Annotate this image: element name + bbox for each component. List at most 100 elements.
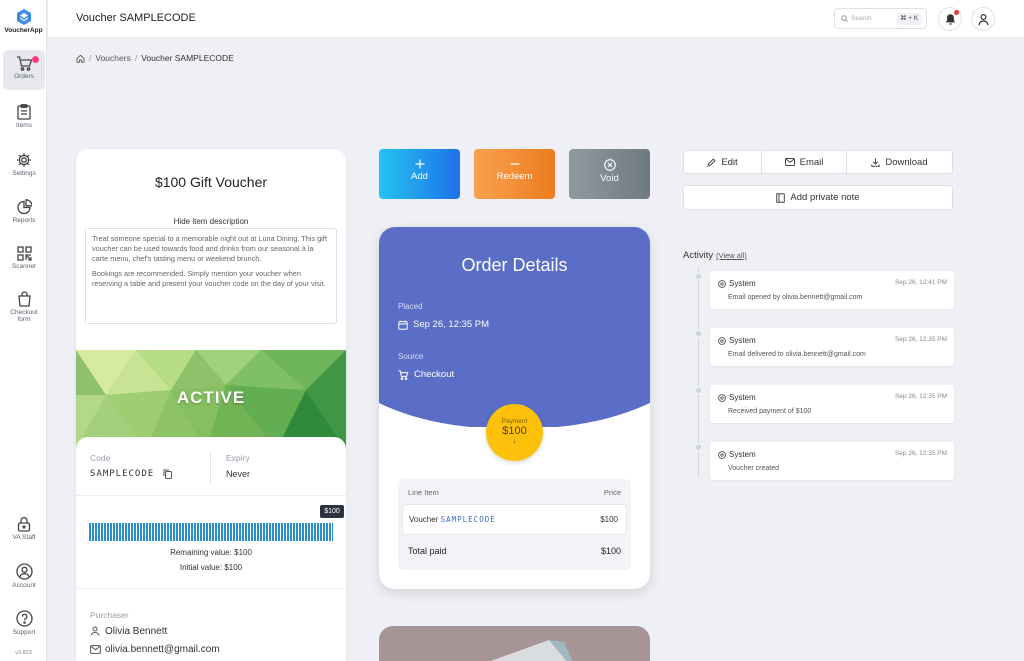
placed-value: Sep 26, 12:35 PM — [398, 319, 489, 330]
copy-icon[interactable] — [163, 469, 172, 479]
activity-actor-name: System — [729, 279, 756, 288]
add-private-note-button[interactable]: Add private note — [683, 185, 953, 210]
activity-actor: System — [718, 336, 756, 345]
payment-badge[interactable]: Payment $100 ↓ — [486, 404, 543, 461]
shopping-bag-icon — [17, 291, 31, 307]
view-all-link[interactable]: (View all) — [716, 251, 747, 260]
voucher-code-panel: Code SAMPLECODE Expiry Never $100 Remain… — [76, 437, 346, 661]
profile-button[interactable] — [971, 7, 995, 31]
sidebar-item-settings[interactable]: Settings — [3, 146, 45, 186]
line-item-header: Line Item — [408, 488, 439, 497]
edit-button[interactable]: Edit — [684, 151, 762, 173]
gear-icon — [17, 153, 31, 167]
breadcrumb-separator: / — [89, 53, 92, 63]
notification-dot — [954, 10, 959, 15]
sidebar-item-scanner[interactable]: Scanner — [3, 240, 45, 280]
expiry-label: Expiry — [226, 453, 250, 463]
column-divider — [210, 451, 211, 485]
sidebar-item-checkout-form[interactable]: Checkout form — [3, 285, 45, 330]
sidebar-item-label: Account — [12, 582, 36, 589]
search-input[interactable]: Search ⌘ + K — [834, 8, 927, 29]
system-icon — [718, 450, 726, 459]
arrow-down-icon: ↓ — [512, 436, 517, 445]
redeem-button[interactable]: Redeem — [474, 149, 555, 199]
lock-icon — [17, 516, 31, 532]
timeline-dot — [694, 329, 703, 338]
breadcrumb-link-vouchers[interactable]: Vouchers — [95, 53, 130, 63]
balance-bar — [89, 523, 333, 541]
order-details-title: Order Details — [461, 255, 568, 275]
sidebar-item-items[interactable]: Items — [3, 98, 45, 138]
sidebar-item-va-staff[interactable]: VA Staff — [3, 510, 45, 550]
table-row: Voucher SAMPLECODE $100 — [402, 504, 627, 535]
download-button[interactable]: Download — [847, 151, 952, 173]
voucher-code-link[interactable]: SAMPLECODE — [441, 515, 496, 524]
minus-icon — [510, 163, 519, 165]
balance-bar-fill — [89, 523, 333, 541]
description-paragraph: Bookings are recommended. Simply mention… — [92, 269, 326, 288]
activity-actor-name: System — [729, 450, 756, 459]
pencil-icon — [707, 157, 716, 167]
voucher-status-banner: ACTIVE — [76, 350, 346, 450]
sidebar-item-label: VA Staff — [12, 534, 36, 541]
search-placeholder: Search — [851, 15, 872, 22]
balance-badge: $100 — [320, 505, 344, 518]
plus-icon — [415, 159, 424, 169]
add-private-note-label: Add private note — [790, 192, 860, 203]
line-item-prefix: Voucher — [409, 515, 439, 524]
add-button[interactable]: Add — [379, 149, 460, 199]
pie-chart-icon — [17, 199, 32, 215]
sidebar-item-reports[interactable]: Reports — [3, 193, 45, 233]
line-item-cell: Voucher SAMPLECODE — [409, 515, 496, 524]
add-button-label: Add — [411, 171, 428, 182]
clipboard-icon — [17, 104, 31, 120]
activity-message: Email delivered to olivia.bennett@gmail.… — [728, 351, 866, 358]
sidebar: VoucherApp Orders Items Settings Reports… — [0, 0, 47, 661]
notifications-button[interactable] — [938, 7, 962, 31]
app-version: v3.823 — [15, 650, 32, 656]
purchaser-email[interactable]: olivia.bennett@gmail.com — [105, 644, 220, 655]
breadcrumb-separator: / — [134, 53, 138, 63]
code-label: Code — [90, 453, 111, 463]
sidebar-item-support[interactable]: Support — [3, 604, 45, 644]
activity-time: Sep 26, 12:35 PM — [894, 450, 947, 457]
line-items-table: Line Item Price Voucher SAMPLECODE $100 … — [398, 479, 631, 570]
user-icon — [90, 626, 100, 636]
price-header: Price — [603, 488, 621, 497]
download-button-label: Download — [885, 156, 928, 168]
sidebar-item-label: Items — [16, 122, 32, 129]
logo-text: VoucherApp — [4, 27, 43, 34]
activity-actor: System — [718, 279, 756, 288]
email-button-label: Email — [799, 156, 824, 168]
hide-description-toggle[interactable]: Hide item description — [76, 217, 346, 226]
cart-icon — [398, 369, 409, 380]
sidebar-item-label: Checkout form — [10, 309, 38, 323]
notification-dot — [32, 56, 39, 63]
placed-date: Sep 26, 12:35 PM — [413, 319, 490, 330]
activity-title: Activity — [683, 250, 714, 261]
timeline-dot — [694, 443, 703, 452]
qr-code-icon — [16, 246, 32, 261]
timeline-dot — [694, 386, 703, 395]
home-icon[interactable] — [76, 54, 85, 63]
remaining-value: Remaining value: $100 — [170, 548, 252, 557]
purchaser-label: Purchaser — [90, 610, 129, 620]
total-value: $100 — [600, 546, 621, 556]
sidebar-item-account[interactable]: Account — [3, 557, 45, 597]
source-value: Checkout — [398, 369, 454, 380]
x-circle-icon — [603, 159, 616, 171]
logo-icon — [16, 9, 31, 25]
sidebar-item-label: Reports — [12, 217, 36, 224]
user-circle-icon — [15, 563, 33, 580]
voucher-card: $100 Gift Voucher Hide item description … — [76, 149, 346, 661]
sidebar-item-orders[interactable]: Orders — [3, 50, 45, 90]
placed-label: Placed — [398, 302, 423, 311]
system-icon — [718, 336, 726, 345]
initial-value: Initial value: $100 — [179, 563, 243, 572]
void-button[interactable]: Void — [569, 149, 650, 199]
activity-actor-name: System — [729, 393, 756, 402]
mail-icon — [90, 645, 101, 654]
app-logo[interactable]: VoucherApp — [0, 8, 47, 34]
activity-time: Sep 26, 12:41 PM — [894, 279, 947, 286]
email-button[interactable]: Email — [762, 151, 847, 173]
